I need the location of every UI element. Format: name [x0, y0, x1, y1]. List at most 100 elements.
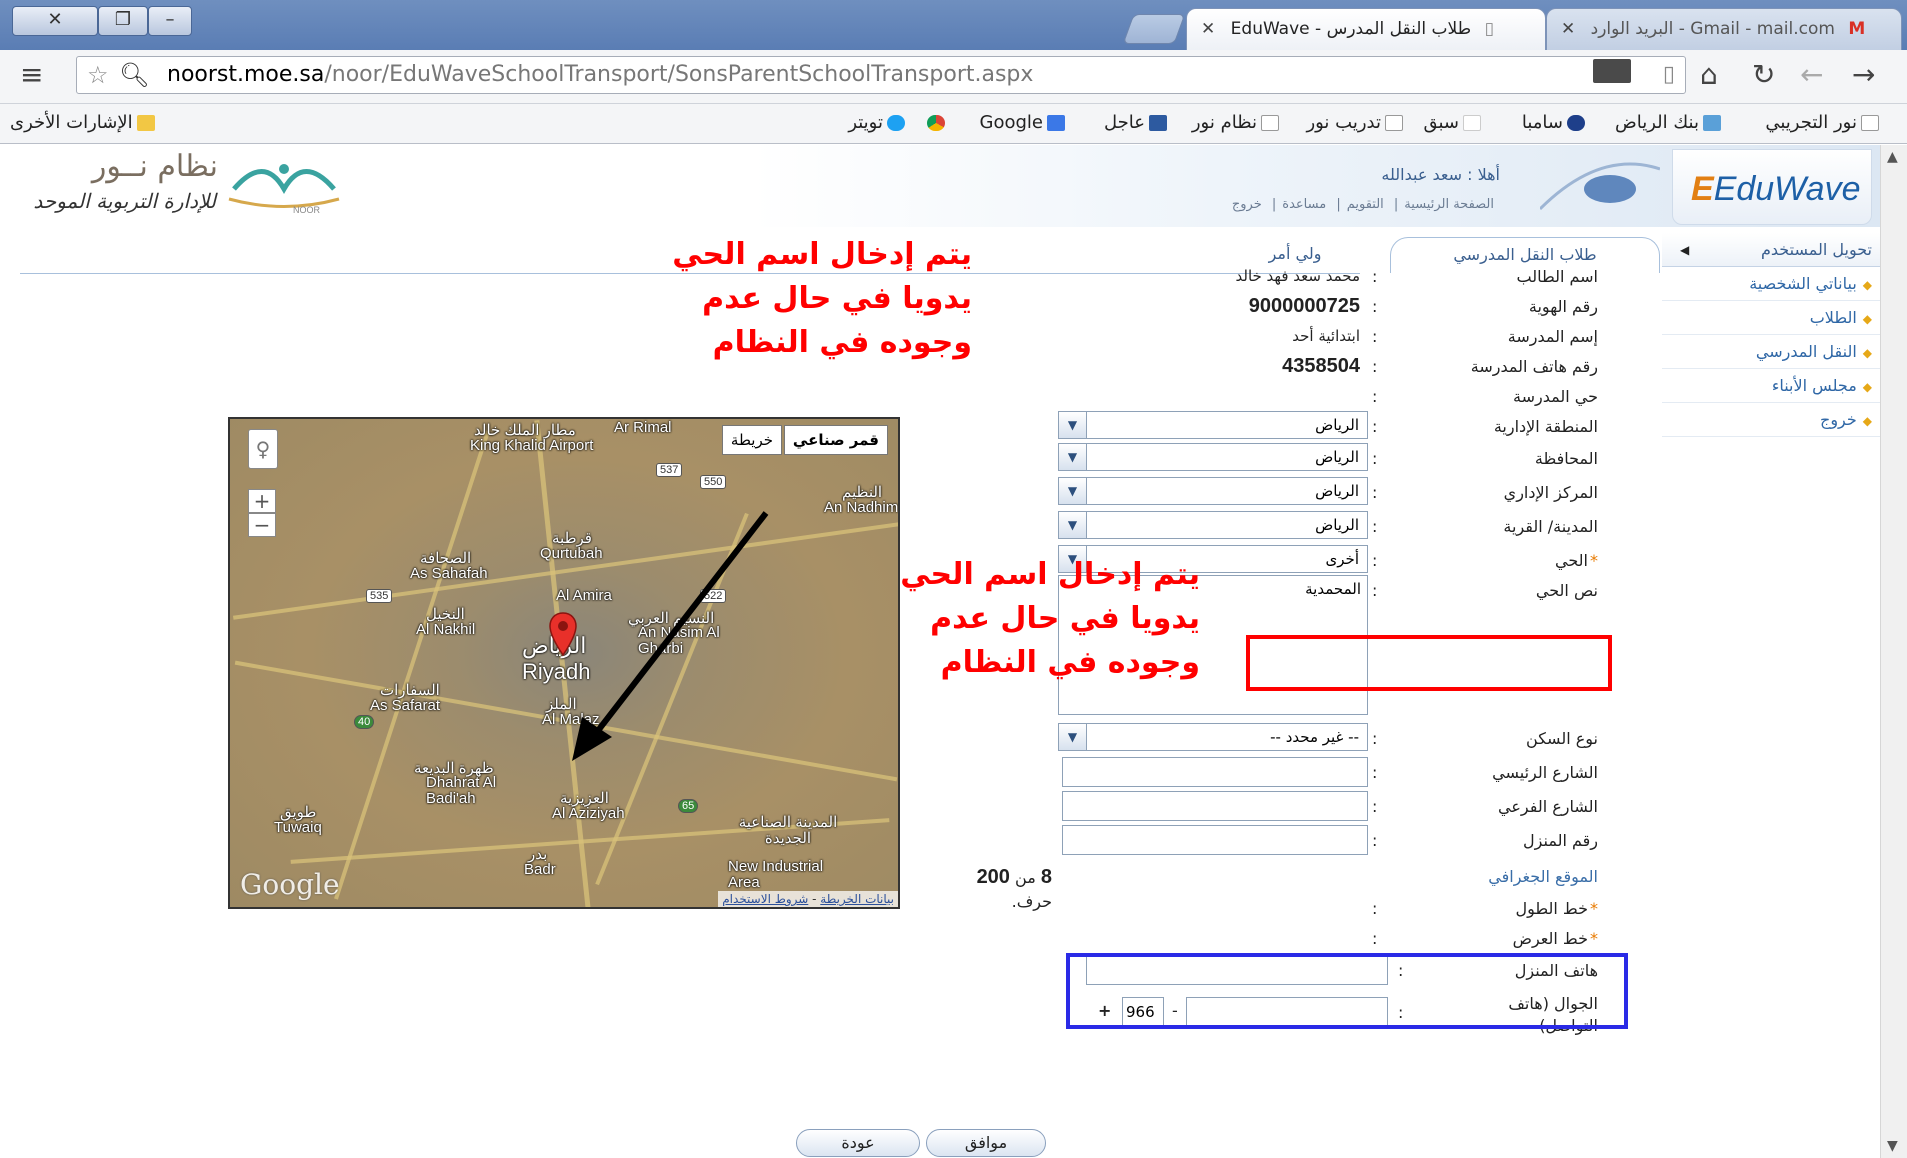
colon: :: [1372, 267, 1378, 286]
tab-close-icon[interactable]: ✕: [1561, 19, 1575, 39]
map-label: King Khalid Airport: [470, 437, 594, 454]
bookmark-item[interactable]: بنك الرياض: [1615, 112, 1721, 133]
region-value: الرياض: [1315, 416, 1359, 434]
bookmark-label: تويتر: [848, 112, 883, 133]
samba-icon: [1567, 115, 1585, 131]
sidebar-item-students[interactable]: ◆ الطلاب: [1662, 301, 1880, 335]
reload-icon[interactable]: ↻: [1752, 58, 1775, 92]
map-label: Ar Rimal: [614, 419, 672, 436]
colon: :: [1372, 297, 1378, 316]
map-label: Al Aziziyah: [552, 805, 625, 822]
chrome-app-icon[interactable]: [923, 112, 945, 133]
map-label: Tuwaiq: [274, 819, 322, 836]
page-content: EEduWave أهلا : سعد عبدالله الصفحة الرئي…: [0, 145, 1880, 1158]
housing-select[interactable]: -- غير محدد -- ▼: [1058, 723, 1368, 751]
sidebar-item-parents-council[interactable]: ◆ مجلس الأبناء: [1662, 369, 1880, 403]
minimize-window-button[interactable]: –: [148, 6, 192, 36]
bookmark-item[interactable]: نور التجريبي: [1765, 112, 1879, 133]
colon: :: [1372, 517, 1378, 536]
bookmark-label: عاجل: [1104, 112, 1145, 133]
tab-eduwave[interactable]: ✕ EduWave - طلاب النقل المدرس ▯: [1186, 8, 1546, 50]
road-shield: 40: [354, 715, 375, 729]
char-count: 8: [1040, 866, 1052, 888]
noor-subtitle: للإدارة التربوية الموحد: [33, 189, 216, 213]
main-street-input[interactable]: [1062, 757, 1368, 787]
forward-icon[interactable]: →: [1852, 58, 1875, 92]
gmail-icon: M: [1848, 19, 1866, 39]
colon: :: [1372, 899, 1378, 918]
back-icon[interactable]: ←: [1800, 58, 1823, 92]
eduwave-logo[interactable]: EEduWave: [1672, 149, 1872, 225]
annotation-note-middle: يتم إدخال اسم الحي يدويا في حال عدم وجود…: [900, 553, 1200, 685]
sidebar-item-transport[interactable]: ◆ النقل المدرسي: [1662, 335, 1880, 369]
bookmark-item[interactable]: عاجل: [1104, 112, 1167, 133]
bookmark-item[interactable]: تويتر: [848, 112, 905, 133]
logout-link[interactable]: خروج: [1232, 197, 1262, 212]
new-tab-button[interactable]: [1122, 14, 1186, 44]
school-name-value: ابتدائية أحد: [1292, 327, 1360, 345]
bookmark-item[interactable]: سبق: [1423, 112, 1481, 133]
page-scrollbar[interactable]: ▲ ▼: [1880, 145, 1907, 1158]
house-number-input[interactable]: [1062, 825, 1368, 855]
district-label-text: الحي: [1555, 551, 1588, 570]
map-type-satellite[interactable]: قمر صناعي: [783, 425, 888, 455]
sidebar-head-label: تحويل المستخدم: [1760, 240, 1872, 259]
sidebar-item-label: النقل المدرسي: [1755, 342, 1857, 361]
annotation-line: وجوده في النظام: [712, 325, 972, 360]
map-label: As Safarat: [370, 697, 441, 714]
sidebar-item-personal[interactable]: ◆ بياناتي الشخصية: [1662, 267, 1880, 301]
bookmark-item[interactable]: نظام نور: [1192, 112, 1279, 133]
menu-icon[interactable]: ≡: [20, 58, 43, 92]
home-link[interactable]: الصفحة الرئيسية: [1404, 197, 1494, 212]
star-icon[interactable]: ☆: [87, 57, 109, 93]
char-unit: حرف.: [1011, 892, 1052, 911]
calendar-link[interactable]: التقويم: [1347, 197, 1384, 212]
bookmark-label: Google: [979, 112, 1043, 133]
scroll-up-icon[interactable]: ▲: [1887, 149, 1898, 165]
bookmark-item[interactable]: Google: [980, 112, 1065, 133]
news-icon: [1149, 115, 1167, 131]
caret-left-icon: ◀: [1680, 243, 1690, 257]
sidebar-item-logout[interactable]: ◆ خروج: [1662, 403, 1880, 437]
region-select[interactable]: الرياض ▼: [1058, 411, 1368, 439]
page-icon: [1861, 115, 1879, 131]
page-icon[interactable]: ▯: [1663, 57, 1675, 93]
address-bar[interactable]: ☆ 🔍︎ noorst.moe.sa/noor/EduWaveSchoolTra…: [76, 56, 1686, 94]
admin-center-select[interactable]: الرياض ▼: [1058, 477, 1368, 505]
cast-icon[interactable]: [1593, 59, 1631, 83]
ok-button[interactable]: موافق: [926, 1129, 1046, 1157]
street-view-pegman-icon[interactable]: ♀: [248, 429, 278, 469]
city-select[interactable]: الرياض ▼: [1058, 511, 1368, 539]
sidebar-switch-user[interactable]: تحويل المستخدم ◀: [1662, 233, 1880, 267]
terms-of-use-link[interactable]: شروط الاستخدام: [722, 892, 808, 906]
noor-small-label: NOOR: [293, 205, 320, 215]
restore-window-button[interactable]: ❐: [98, 6, 148, 36]
map-label: New Industrial Area: [728, 858, 824, 891]
help-link[interactable]: مساعدة: [1282, 197, 1326, 212]
back-button[interactable]: عودة: [796, 1129, 920, 1157]
zoom-out-button[interactable]: −: [248, 513, 276, 537]
map-data-link[interactable]: بيانات الخريطة: [820, 892, 894, 906]
bookmark-item[interactable]: تدريب نور: [1306, 112, 1403, 133]
governorate-select[interactable]: الرياض ▼: [1058, 443, 1368, 471]
close-window-button[interactable]: ✕: [12, 6, 98, 36]
bookmark-item[interactable]: سامبا: [1522, 112, 1585, 133]
bullet-icon: ◆: [1862, 380, 1872, 394]
annotation-blue-box: [1066, 953, 1628, 1029]
url-host: noorst.moe.sa: [167, 62, 325, 87]
longitude-label: *خط الطول: [1516, 899, 1599, 918]
latitude-label: *خط العرض: [1513, 929, 1598, 948]
tab-close-icon[interactable]: ✕: [1201, 19, 1215, 39]
page-icon: ▯: [1484, 19, 1494, 39]
map-type-map[interactable]: خريطة: [721, 425, 782, 455]
governorate-value: الرياض: [1315, 448, 1359, 466]
side-street-input[interactable]: [1062, 791, 1368, 821]
scroll-down-icon[interactable]: ▼: [1887, 1138, 1898, 1154]
school-phone-value: 4358504: [1282, 355, 1360, 377]
home-icon[interactable]: ⌂: [1700, 58, 1718, 92]
tab-gmail[interactable]: ✕ البريد الوارد - Gmail - mail.com M: [1546, 8, 1902, 50]
required-icon: *: [1590, 929, 1598, 948]
other-bookmarks[interactable]: الإشارات الأخرى: [10, 112, 155, 133]
zoom-in-button[interactable]: +: [248, 489, 276, 513]
annotation-line: يتم إدخال اسم الحي: [672, 237, 972, 272]
